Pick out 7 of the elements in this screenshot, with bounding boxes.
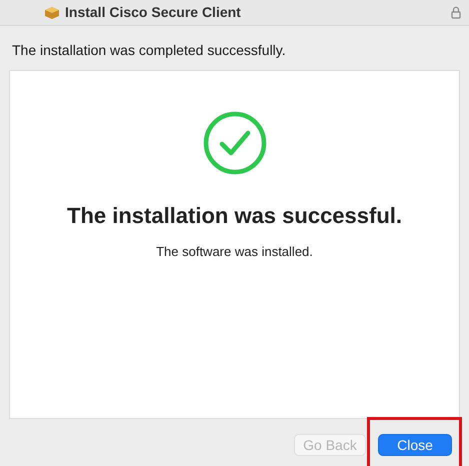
- window-title: Install Cisco Secure Client: [65, 3, 241, 22]
- check-circle-icon: [202, 111, 266, 175]
- status-message: The installation was completed successfully.: [12, 41, 287, 60]
- success-heading: The installation was successful.: [67, 202, 402, 230]
- package-icon: [44, 6, 60, 20]
- success-detail: The software was installed.: [156, 243, 313, 261]
- close-button[interactable]: Close: [378, 434, 452, 456]
